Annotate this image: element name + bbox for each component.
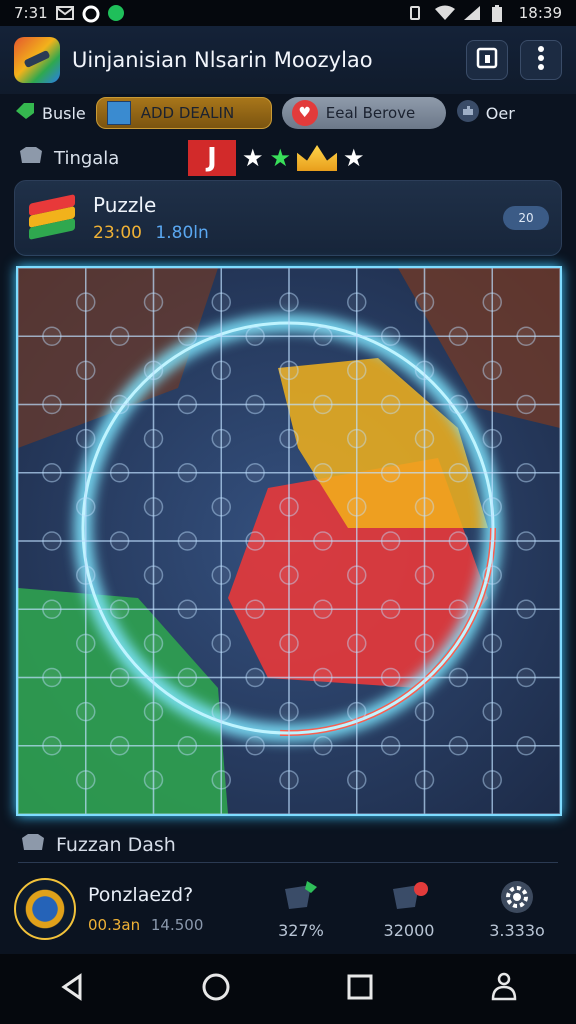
stat-points-value: 32000	[383, 920, 435, 940]
status-clock: 18:39	[518, 4, 562, 22]
letter-badge: J	[188, 140, 236, 176]
more-menu-button[interactable]	[520, 40, 562, 80]
player-avatar[interactable]	[14, 878, 76, 940]
gear-icon	[497, 879, 537, 915]
wifi-icon	[434, 5, 455, 21]
app-bar: Uinjanisian Nlsarin Moozylao	[0, 26, 576, 94]
stat-progress-value: 327%	[278, 920, 324, 940]
vibrate-icon	[407, 5, 425, 21]
stat-settings[interactable]: 3.333o	[472, 879, 562, 940]
heart-icon: ♥	[291, 100, 318, 126]
remove-chip-label: Eeal Berove	[325, 104, 416, 122]
app-notification-icon	[107, 5, 124, 21]
filter-other[interactable]: Oer	[456, 99, 515, 127]
stat-settings-value: 3.333o	[489, 920, 545, 940]
stat-progress[interactable]: 327%	[256, 879, 346, 940]
star-icon: ★	[343, 144, 365, 172]
card-title: Puzzle	[93, 193, 157, 217]
divider	[18, 862, 558, 863]
add-deal-label: ADD DEALIN	[140, 104, 235, 122]
window-button[interactable]	[466, 40, 508, 80]
recents-button[interactable]	[330, 959, 390, 1019]
bottom-section-header: Fuzzan Dash	[20, 828, 176, 862]
player-score: 00.3an	[88, 916, 141, 934]
back-button[interactable]	[42, 959, 102, 1019]
sync-icon	[82, 5, 100, 23]
puzzle-board-canvas	[18, 268, 560, 814]
add-deal-chip[interactable]: ADD DEALIN	[95, 97, 272, 129]
puzzle-card[interactable]: Puzzle 23:00 1.80ln 20	[14, 180, 562, 256]
green-star-icon: ★	[269, 144, 292, 172]
badge-list: J ★ ★ ★	[188, 140, 365, 176]
home-circle-icon	[201, 972, 231, 1006]
battery-icon	[491, 5, 509, 22]
bottom-section-title: Fuzzan Dash	[56, 834, 176, 856]
back-triangle-icon	[58, 973, 86, 1005]
crown-icon	[297, 145, 338, 171]
remove-chip[interactable]: ♥ Eeal Berove	[281, 97, 446, 129]
player-score-secondary: 14.500	[150, 916, 204, 934]
tags-label: Tingala	[54, 147, 120, 169]
card-pill-button[interactable]: 20	[503, 206, 549, 230]
tags-row: Tingala J ★ ★ ★	[0, 138, 576, 178]
app-title: Uinjanisian Nlsarin Moozylao	[72, 48, 373, 72]
green-flag-icon	[281, 879, 321, 915]
layered-box-icon	[27, 193, 77, 243]
filter-busle-label: Busle	[42, 103, 86, 123]
accessibility-button[interactable]	[474, 959, 534, 1019]
player-name: Ponzlaezd?	[88, 884, 194, 906]
card-value: 1.80ln	[155, 223, 209, 243]
player-bar: Ponzlaezd? 00.3an 14.500 327% 32000 3.33…	[0, 864, 576, 954]
puzzle-piece-icon	[456, 99, 480, 127]
shield-icon	[18, 145, 44, 172]
mail-icon	[55, 5, 74, 21]
status-time-left: 7:31	[14, 4, 48, 22]
tag-icon	[14, 102, 36, 124]
status-bar: 7:31 18:39	[0, 0, 576, 26]
app-logo	[14, 37, 60, 83]
envelope-icon	[106, 101, 131, 125]
stat-points[interactable]: 32000	[364, 879, 454, 940]
puzzle-board[interactable]	[16, 266, 562, 816]
card-time: 23:00	[93, 223, 142, 243]
tags-label-group: Tingala	[18, 145, 188, 172]
system-nav-bar	[0, 954, 576, 1024]
dash-icon	[20, 832, 46, 859]
person-icon	[488, 971, 520, 1007]
window-icon	[476, 47, 498, 73]
filter-row: Busle ADD DEALIN ♥ Eeal Berove Oer	[0, 94, 576, 132]
more-vertical-icon	[537, 45, 545, 75]
signal-icon	[463, 5, 481, 21]
red-flag-icon	[389, 879, 429, 915]
recents-square-icon	[346, 973, 374, 1005]
star-icon: ★	[242, 144, 264, 172]
filter-other-label: Oer	[485, 103, 515, 123]
filter-busle[interactable]: Busle	[14, 102, 86, 124]
home-button[interactable]	[186, 959, 246, 1019]
